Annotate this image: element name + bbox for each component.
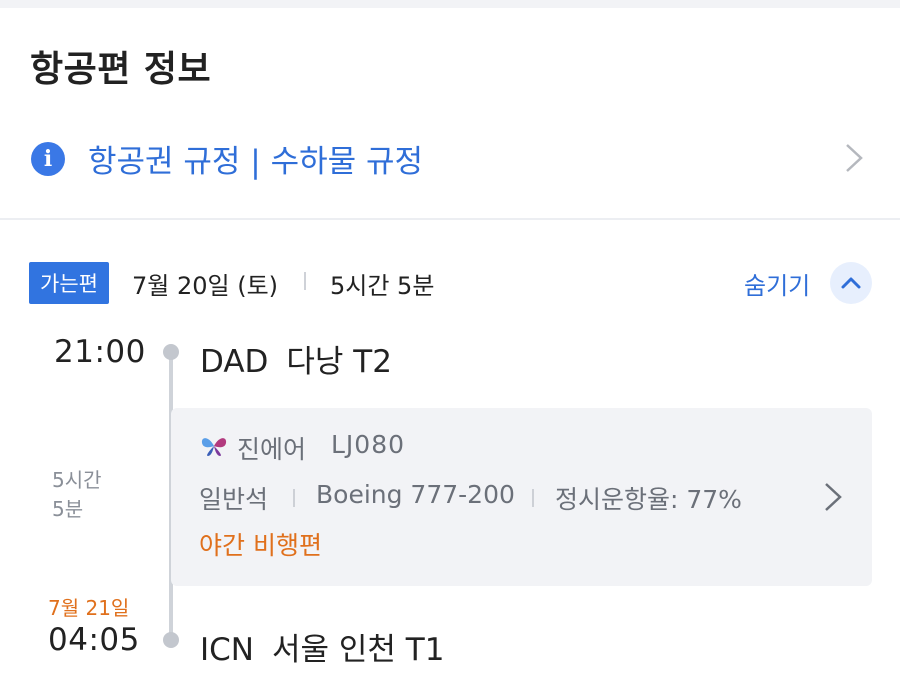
chevron-up-icon bbox=[841, 277, 861, 289]
duration-line-2: 5분 bbox=[52, 497, 84, 521]
policy-link-label: 항공권 규정 | 수하물 규정 bbox=[88, 144, 424, 180]
info-icon: i bbox=[31, 142, 65, 176]
airline-name: 진에어 bbox=[237, 435, 307, 464]
arrival-dot bbox=[163, 632, 179, 648]
arrival-airport: ICN 서울 인천 T1 bbox=[200, 624, 444, 669]
segment-date: 7월 20일 (토) bbox=[132, 272, 279, 300]
page-title: 항공편 정보 bbox=[30, 49, 212, 90]
collapse-button[interactable] bbox=[830, 262, 872, 304]
flight-duration: 5시간 5분 bbox=[52, 466, 102, 524]
arrival-name: 서울 인천 T1 bbox=[271, 632, 445, 668]
separator bbox=[293, 489, 295, 507]
butterfly-icon bbox=[201, 438, 227, 456]
direction-badge: 가는편 bbox=[29, 262, 109, 304]
arrival-time: 04:05 bbox=[48, 622, 140, 658]
departure-name: 다낭 T2 bbox=[286, 344, 392, 380]
arrival-code: ICN bbox=[200, 632, 254, 668]
divider bbox=[0, 218, 900, 220]
arrival-date: 7월 21일 bbox=[48, 596, 130, 620]
chevron-right-icon bbox=[825, 483, 842, 511]
segment-header: 가는편 7월 20일 (토) 5시간 5분 숨기기 bbox=[0, 258, 900, 308]
flight-detail-card[interactable]: 진에어 LJ080 일반석 Boeing 777-200 정시운항율: 77% … bbox=[171, 408, 872, 586]
top-strip bbox=[0, 0, 900, 8]
night-flight-label: 야간 비행편 bbox=[199, 531, 322, 560]
cabin-class: 일반석 bbox=[199, 485, 269, 514]
separator bbox=[532, 489, 534, 507]
aircraft-type: Boeing 777-200 bbox=[316, 480, 515, 509]
departure-dot bbox=[163, 344, 179, 360]
on-time-rate: 정시운항율: 77% bbox=[555, 485, 742, 514]
departure-airport: DAD 다낭 T2 bbox=[200, 336, 392, 381]
departure-time: 21:00 bbox=[54, 334, 146, 370]
separator bbox=[304, 272, 306, 290]
duration-line-1: 5시간 bbox=[52, 468, 102, 492]
departure-code: DAD bbox=[200, 344, 269, 380]
chevron-right-icon bbox=[846, 144, 863, 172]
flight-number: LJ080 bbox=[331, 430, 406, 459]
segment-duration: 5시간 5분 bbox=[330, 272, 435, 300]
fare-baggage-policy-link[interactable]: i 항공권 규정 | 수하물 규정 bbox=[0, 118, 900, 198]
hide-link[interactable]: 숨기기 bbox=[744, 266, 810, 301]
